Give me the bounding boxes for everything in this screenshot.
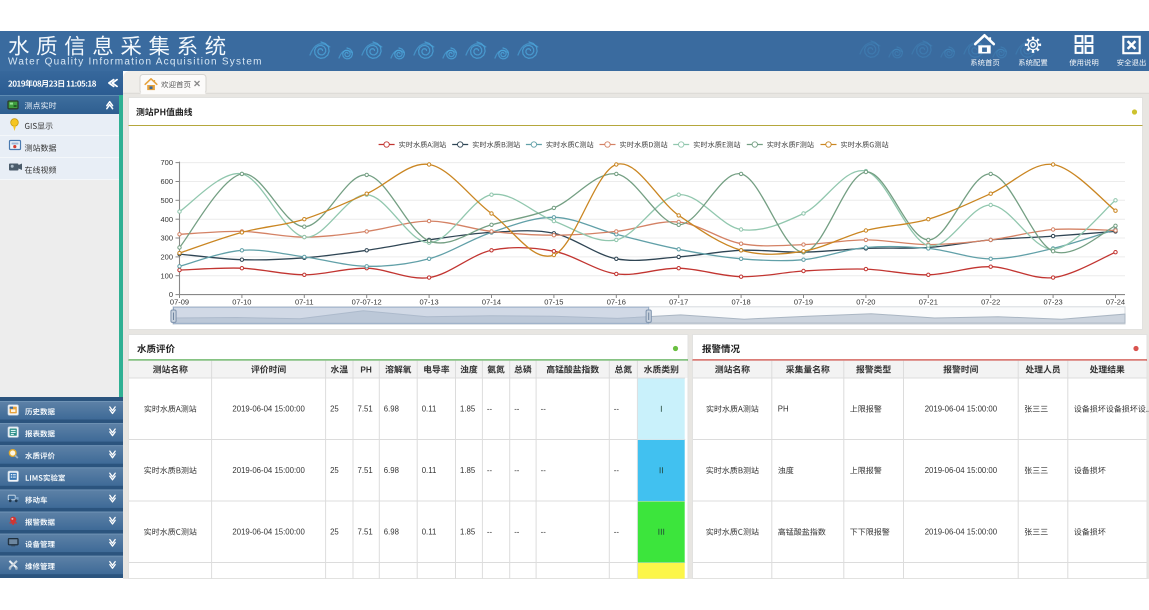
svg-text:25: 25 xyxy=(330,528,339,537)
svg-text:--: -- xyxy=(487,405,493,414)
svg-text:07-09: 07-09 xyxy=(170,297,189,306)
svg-text:6.98: 6.98 xyxy=(384,528,399,537)
svg-text:--: -- xyxy=(514,405,520,414)
svg-text:1.85: 1.85 xyxy=(460,528,476,537)
svg-text:2019-06-04 15:00:00: 2019-06-04 15:00:00 xyxy=(232,466,305,475)
svg-text:--: -- xyxy=(614,405,620,414)
svg-text:100: 100 xyxy=(160,271,173,280)
svg-text:07-16: 07-16 xyxy=(607,297,626,306)
svg-text:7.51: 7.51 xyxy=(358,528,373,537)
svg-text:0.11: 0.11 xyxy=(422,405,437,414)
svg-text:--: -- xyxy=(541,405,547,414)
svg-text:7.51: 7.51 xyxy=(358,466,373,475)
svg-text:07-13: 07-13 xyxy=(420,297,439,306)
svg-text:PH: PH xyxy=(360,366,371,375)
svg-text:07-11: 07-11 xyxy=(295,297,314,306)
svg-text:--: -- xyxy=(614,528,620,537)
svg-text:--: -- xyxy=(487,528,493,537)
svg-text:07-17: 07-17 xyxy=(669,297,688,306)
svg-text:2019-06-04 15:00:00: 2019-06-04 15:00:00 xyxy=(925,528,998,537)
svg-text:6.98: 6.98 xyxy=(384,405,399,414)
svg-text:07-10: 07-10 xyxy=(232,297,251,306)
svg-text:07-23: 07-23 xyxy=(1044,297,1063,306)
svg-text:07-18: 07-18 xyxy=(732,297,751,306)
svg-text:300: 300 xyxy=(160,234,173,243)
svg-text:6.98: 6.98 xyxy=(384,466,399,475)
svg-text:0.11: 0.11 xyxy=(422,528,437,537)
svg-text:--: -- xyxy=(541,528,547,537)
svg-text:2019-06-04 15:00:00: 2019-06-04 15:00:00 xyxy=(232,528,305,537)
svg-text:--: -- xyxy=(541,466,547,475)
svg-text:7.51: 7.51 xyxy=(358,405,373,414)
svg-text:07-19: 07-19 xyxy=(794,297,813,306)
svg-text:07-22: 07-22 xyxy=(981,297,1000,306)
svg-text:2019-06-04 15:00:00: 2019-06-04 15:00:00 xyxy=(925,405,998,414)
svg-text:07-24: 07-24 xyxy=(1106,297,1125,306)
svg-text:700: 700 xyxy=(160,158,173,167)
svg-text:25: 25 xyxy=(330,466,339,475)
svg-text:--: -- xyxy=(514,466,520,475)
svg-text:1.85: 1.85 xyxy=(460,466,476,475)
svg-text:07-15: 07-15 xyxy=(544,297,563,306)
svg-text:200: 200 xyxy=(160,253,173,262)
svg-text:--: -- xyxy=(487,466,493,475)
svg-text:07-21: 07-21 xyxy=(919,297,938,306)
svg-text:2019-06-04 15:00:00: 2019-06-04 15:00:00 xyxy=(232,405,305,414)
svg-text:0.11: 0.11 xyxy=(422,466,437,475)
svg-text:07-20: 07-20 xyxy=(856,297,875,306)
svg-text:1.85: 1.85 xyxy=(460,405,476,414)
svg-text:400: 400 xyxy=(160,215,173,224)
svg-text:--: -- xyxy=(614,466,620,475)
svg-text:PH: PH xyxy=(778,405,789,414)
svg-text:25: 25 xyxy=(330,405,339,414)
svg-text:500: 500 xyxy=(160,196,173,205)
svg-text:--: -- xyxy=(514,528,520,537)
svg-text:2019-06-04 15:00:00: 2019-06-04 15:00:00 xyxy=(925,466,998,475)
svg-text:07-07-12: 07-07-12 xyxy=(352,297,382,306)
svg-text:600: 600 xyxy=(160,177,173,186)
svg-text:07-14: 07-14 xyxy=(482,297,501,306)
svg-text:Water Quality Information Acqu: Water Quality Information Acquisition Sy… xyxy=(8,56,263,67)
